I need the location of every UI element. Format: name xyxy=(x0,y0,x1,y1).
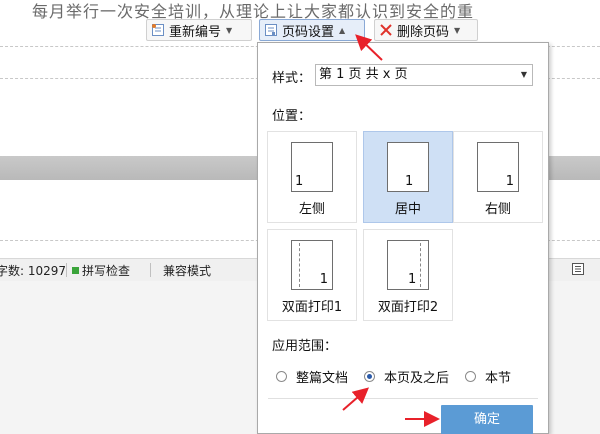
chevron-up-icon: ▲ xyxy=(339,25,346,35)
chevron-down-icon: ▼ xyxy=(454,25,461,35)
style-select-value: 第 1 页 共 x 页 xyxy=(319,67,408,82)
page-number-icon xyxy=(265,24,277,36)
page-number-preview: 1 xyxy=(505,174,514,189)
spell-check-status[interactable]: 拼写检查 xyxy=(72,262,130,279)
radio-icon xyxy=(276,371,287,382)
radio-selected-icon xyxy=(364,371,375,382)
scope-option-label: 本页及之后 xyxy=(384,371,450,386)
position-caption: 双面打印1 xyxy=(281,300,343,315)
position-caption: 双面打印2 xyxy=(377,300,439,315)
page-preview: 1 xyxy=(291,142,333,192)
page-number-settings-button[interactable]: 页码设置 ▲ xyxy=(259,19,365,41)
delete-page-number-button[interactable]: 删除页码 ▼ xyxy=(374,19,478,41)
renumber-label: 重新编号 xyxy=(169,24,222,40)
page-number-settings-panel: 样式： 第 1 页 共 x 页 ▼ 位置： 1 左侧 1 居中 1 右侧 1 双… xyxy=(257,42,549,434)
style-select[interactable]: 第 1 页 共 x 页 ▼ xyxy=(315,64,533,86)
page-number-preview: 1 xyxy=(295,174,304,189)
radio-icon xyxy=(465,371,476,382)
margin-guide xyxy=(420,243,421,287)
position-caption: 右侧 xyxy=(484,202,511,217)
renumber-icon xyxy=(152,24,164,36)
page-number-preview: 1 xyxy=(319,272,328,287)
scope-label: 应用范围： xyxy=(272,339,338,354)
page-preview: 1 xyxy=(291,240,333,290)
position-option-center[interactable]: 1 居中 xyxy=(363,131,453,223)
page-preview: 1 xyxy=(477,142,519,192)
style-label: 样式： xyxy=(272,71,312,86)
scope-option-label: 整篇文档 xyxy=(296,371,349,386)
page-number-preview: 1 xyxy=(408,272,417,287)
margin-guide xyxy=(299,243,300,287)
compat-mode[interactable]: 兼容模式 xyxy=(163,262,211,279)
position-option-left[interactable]: 1 左侧 xyxy=(267,131,357,223)
position-caption: 居中 xyxy=(394,202,421,217)
spell-check-icon xyxy=(72,267,79,274)
position-option-right[interactable]: 1 右侧 xyxy=(453,131,543,223)
scope-option-this-page-onward[interactable]: 本页及之后 xyxy=(364,367,449,386)
chevron-down-icon: ▼ xyxy=(226,25,233,35)
status-separator xyxy=(150,263,151,277)
position-option-duplex-1[interactable]: 1 双面打印1 xyxy=(267,229,357,321)
position-caption: 左侧 xyxy=(298,202,325,217)
scope-option-label: 本节 xyxy=(485,371,512,386)
page-number-preview: 1 xyxy=(405,174,414,189)
page-number-settings-label: 页码设置 xyxy=(282,24,335,40)
spell-check-label: 拼写检查 xyxy=(82,264,131,278)
position-option-duplex-2[interactable]: 1 双面打印2 xyxy=(363,229,453,321)
status-separator xyxy=(66,263,67,277)
scope-option-this-section[interactable]: 本节 xyxy=(465,367,511,386)
chevron-down-icon: ▼ xyxy=(520,70,527,79)
renumber-button[interactable]: 重新编号 ▼ xyxy=(146,19,252,41)
scope-option-whole-document[interactable]: 整篇文档 xyxy=(276,367,348,386)
word-count[interactable]: 字数: 10297 xyxy=(0,262,66,279)
screenshot: 每月举行一次安全培训，从理论上让大家都认识到安全的重 字数: 10297 拼写检… xyxy=(0,0,600,434)
page-preview: 1 xyxy=(387,240,429,290)
divider xyxy=(268,398,538,399)
delete-page-number-label: 删除页码 xyxy=(397,24,450,40)
page-preview: 1 xyxy=(387,142,429,192)
menu-lines-icon[interactable] xyxy=(572,263,584,275)
delete-x-icon xyxy=(380,24,392,36)
position-label: 位置： xyxy=(272,109,312,124)
ok-button[interactable]: 确定 xyxy=(441,405,533,434)
